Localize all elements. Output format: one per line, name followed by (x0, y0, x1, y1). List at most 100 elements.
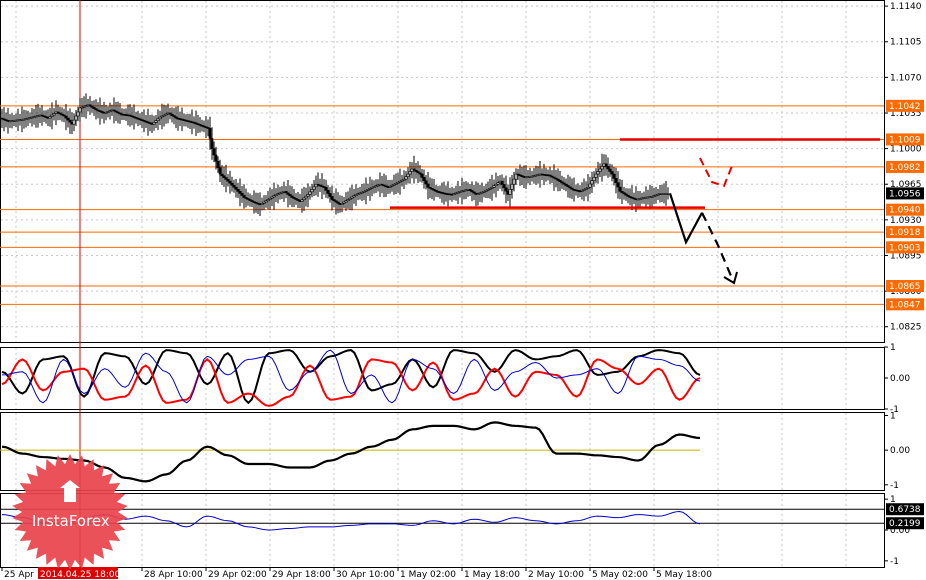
time-tick-label: 29 Apr 02:00 (208, 570, 267, 580)
candle-body (148, 122, 152, 124)
logo-text: InstaForex (32, 512, 110, 530)
price-tick-label: 1.1000 (890, 145, 922, 155)
price-panel (0, 0, 884, 567)
candle-body (6, 120, 10, 122)
candle-body (326, 190, 330, 194)
candle-body (500, 180, 504, 185)
price-level-tag-label: 1.0847 (889, 300, 921, 310)
candle-body (618, 186, 622, 192)
candle-body (236, 189, 240, 192)
candle-body (160, 115, 164, 118)
candle-body (154, 120, 158, 123)
candle-body (324, 186, 328, 191)
candle-body (406, 173, 410, 177)
candle-body (176, 117, 180, 120)
stochastic-line (1, 358, 701, 407)
candle-body (152, 122, 156, 125)
candle-body (130, 115, 134, 118)
candle-body (330, 196, 334, 200)
candle-body (112, 109, 116, 112)
oscillator-tick-label: 0.00 (890, 446, 910, 456)
candle-body (212, 148, 216, 156)
candle-body (238, 191, 242, 194)
stochastic-panel (1, 349, 701, 407)
candle-body (246, 198, 250, 200)
candle-body (66, 117, 70, 121)
candle-body (164, 113, 168, 116)
candle-body (124, 114, 128, 116)
instaforex-logo: InstaForex (12, 454, 128, 570)
lower-level-tag-label: 0.6738 (889, 505, 921, 515)
candle-body (134, 117, 138, 119)
candle-body (100, 111, 104, 113)
candle-body (234, 186, 238, 190)
price-level-tag-label: 1.0940 (889, 206, 921, 216)
price-level-tag-label: 1.0956 (889, 189, 921, 199)
price-level-tag-label: 1.0982 (889, 163, 921, 173)
candle-body (208, 127, 212, 139)
candle-body (508, 189, 512, 195)
candle-body (162, 114, 166, 117)
time-tick-label: 5 May 18:00 (656, 570, 712, 580)
candle-body (82, 106, 86, 108)
panel-frame (0, 493, 885, 568)
candle-body (614, 178, 618, 184)
oscillator-line (1, 421, 701, 483)
candle-body (128, 114, 132, 117)
candle-body (228, 180, 232, 184)
candle-body (426, 183, 430, 188)
candle-body (106, 111, 110, 113)
candle-body (120, 113, 124, 116)
candle-body (218, 167, 222, 175)
candle-body (92, 107, 96, 109)
candle-body (422, 177, 426, 181)
candle-body (142, 120, 146, 122)
candle-body (612, 173, 616, 179)
candle-body (170, 113, 174, 116)
candle-body (90, 105, 94, 108)
stochastic-tick-label: 0.00 (890, 374, 910, 384)
candle-body (116, 111, 120, 114)
candle-body (98, 110, 102, 112)
candle-body (222, 175, 226, 178)
candle-body (12, 120, 16, 122)
candle-body (226, 179, 230, 182)
lower-tick-label: -1 (890, 557, 899, 567)
candle-body (8, 120, 12, 123)
candle-body (512, 178, 516, 185)
candle-body (184, 119, 188, 122)
candle-body (590, 180, 594, 185)
candle-body (214, 154, 218, 162)
candle-body (88, 104, 92, 107)
price-level-tag-label: 1.1009 (889, 135, 921, 145)
candle-body (308, 191, 312, 195)
candle-body (122, 113, 126, 116)
candle-body (598, 168, 602, 172)
price-level-tag-label: 1.0918 (889, 228, 921, 238)
stochastic-line (1, 349, 701, 405)
candle-body (132, 116, 136, 118)
candle-body (178, 118, 182, 120)
candle-body (146, 121, 150, 124)
time-tick-label: 5 May 02:00 (592, 570, 648, 580)
price-tick-label: 1.1105 (890, 38, 922, 48)
candle-body (4, 119, 8, 121)
forecast-arrow-red (699, 157, 733, 188)
forecast-arrow-solid (668, 193, 703, 246)
candle-body (74, 115, 78, 121)
candle-body (220, 173, 224, 177)
candle-body (140, 119, 144, 121)
candle-body (230, 182, 234, 186)
candle-body (126, 114, 130, 117)
candle-body (420, 173, 424, 178)
candle-body (210, 138, 214, 149)
price-tick-label: 1.1140 (890, 2, 922, 12)
candle-body (510, 183, 514, 190)
candle-body (198, 124, 202, 126)
candle-body (186, 120, 190, 122)
candle-body (174, 116, 178, 119)
candle-body (232, 184, 236, 188)
candle-body (616, 182, 620, 188)
candle-body (328, 193, 332, 197)
time-tick-label: 1 May 02:00 (400, 570, 456, 580)
